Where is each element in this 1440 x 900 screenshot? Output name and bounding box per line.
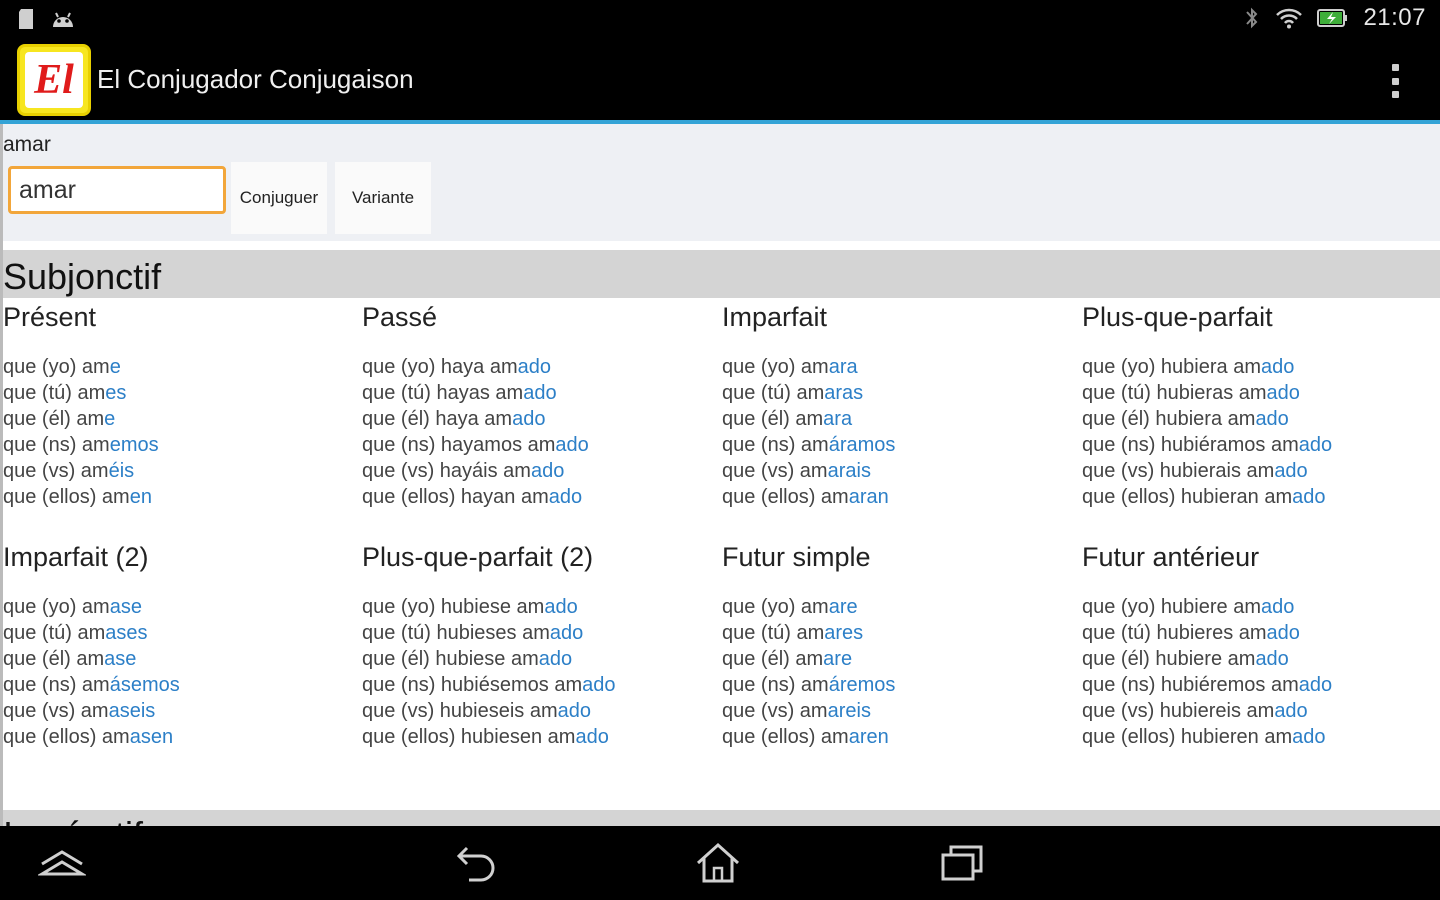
conjugation-row: que (vs) amaseis [3,700,156,722]
conjugation-row: que (vs) améis [3,460,135,482]
conjugation-row: que (tú) hubieses amado [362,622,584,644]
conjugation-row: que (ns) hubiésemos amado [362,674,616,696]
content-area[interactable]: amar Conjuguer Variante Subjonctif Prése… [0,124,1440,826]
conjugation-row: que (ns) hayamos amado [362,434,589,456]
conjugation-row: que (tú) amaras [722,382,864,404]
conjugation-row: que (ellos) hubiesen amado [362,726,609,748]
tense-block-futur-anterieur: Futur antérieur que (yo) hubiere amado q… [1082,542,1440,752]
tense-title: Imparfait (2) [3,542,149,572]
conjugation-row: que (tú) hubieres amado [1082,622,1300,644]
conjugation-row: que (ns) amáramos [722,434,896,456]
conjugation-row: que (yo) hubiere amado [1082,596,1295,618]
tense-block-futur-simple: Futur simple que (yo) amare que (tú) ama… [722,542,1082,752]
tense-title: Présent [3,302,97,332]
tense-block-present: Présent que (yo) ame que (tú) ames que (… [3,302,363,512]
search-label: amar [3,133,51,156]
clock: 21:07 [1363,4,1426,31]
conjugation-row: que (yo) amare [722,596,858,618]
conjugation-row: que (ns) amáremos [722,674,896,696]
app-title: El Conjugador Conjugaison [97,64,414,94]
conjugation-row: que (ns) amásemos [3,674,180,696]
conjugation-row: que (yo) hubiese amado [362,596,578,618]
conjugation-row: que (ellos) amaren [722,726,889,748]
home-icon[interactable] [688,840,748,886]
tense-title: Futur simple [722,542,871,572]
conjugation-row: que (él) amara [722,408,853,430]
tense-block-plus-que-parfait-2: Plus-que-parfait (2) que (yo) hubiese am… [362,542,722,752]
search-panel: amar Conjuguer Variante [3,124,1440,241]
conjugation-row: que (vs) hubierais amado [1082,460,1308,482]
conjugation-row: que (ns) amemos [3,434,159,456]
conjugation-row: que (tú) amares [722,622,864,644]
conjugation-row: que (ellos) amasen [3,726,174,748]
conjugation-row: que (ellos) hayan amado [362,486,583,508]
conjugate-button[interactable]: Conjuguer [231,162,327,234]
tense-block-imparfait: Imparfait que (yo) amara que (tú) amaras… [722,302,1082,512]
verb-input[interactable] [8,166,226,214]
section-title: Subjonctif [3,256,162,297]
variant-button[interactable]: Variante [335,162,431,234]
overflow-menu-icon[interactable] [1392,64,1400,98]
section-header-imperatif: Impératif [3,810,1440,826]
conjugation-row: que (yo) haya amado [362,356,552,378]
conjugation-row: que (tú) hubieras amado [1082,382,1300,404]
app-logo[interactable]: El [17,44,91,116]
conjugation-row: que (tú) amases [3,622,148,644]
conjugation-row: que (vs) hayáis amado [362,460,565,482]
action-bar: El El Conjugador Conjugaison [0,38,1440,120]
recent-apps-icon[interactable] [932,840,992,886]
tense-title: Plus-que-parfait (2) [362,542,594,572]
back-icon[interactable] [446,840,506,886]
conjugation-row: que (tú) ames [3,382,127,404]
conjugation-row: que (ellos) hubieren amado [1082,726,1326,748]
conjugation-row: que (él) hubiera amado [1082,408,1289,430]
app-logo-text: El [25,52,83,108]
tense-title: Passé [362,302,438,332]
tense-block-passe: Passé que (yo) haya amado que (tú) hayas… [362,302,722,512]
sd-card-icon [16,8,36,30]
conjugation-row: que (yo) hubiera amado [1082,356,1295,378]
android-icon [50,9,76,29]
wifi-icon [1275,7,1303,29]
conjugation-row: que (vs) amarais [722,460,871,482]
conjugation-row: que (ellos) hubieran amado [1082,486,1326,508]
conjugation-row: que (él) hubiere amado [1082,648,1289,670]
conjugation-row: que (él) haya amado [362,408,546,430]
battery-charging-icon [1317,7,1349,29]
conjugation-row: que (yo) ame [3,356,121,378]
tense-block-plus-que-parfait: Plus-que-parfait que (yo) hubiera amado … [1082,302,1440,512]
conjugation-row: que (ns) hubiéramos amado [1082,434,1333,456]
conjugation-row: que (vs) hubieseis amado [362,700,592,722]
conjugation-row: que (tú) hayas amado [362,382,557,404]
conjugation-row: que (vs) hubiereis amado [1082,700,1308,722]
tense-title: Plus-que-parfait [1082,302,1273,332]
section-header-subjonctif: Subjonctif [3,250,1440,298]
conjugation-row: que (ellos) amaran [722,486,889,508]
scroll-edge [0,124,3,826]
tense-block-imparfait-2: Imparfait (2) que (yo) amase que (tú) am… [3,542,363,752]
hide-bar-icon[interactable] [32,840,92,886]
tense-title: Futur antérieur [1082,542,1260,572]
conjugation-row: que (él) ame [3,408,116,430]
bluetooth-icon [1243,5,1261,31]
status-bar: 21:07 [0,0,1440,38]
conjugation-row: que (vs) amareis [722,700,871,722]
conjugation-row: que (yo) amara [722,356,858,378]
conjugation-row: que (yo) amase [3,596,142,618]
tense-title: Imparfait [722,302,828,332]
section-title-next: Impératif [3,814,143,826]
conjugation-row: que (ellos) amen [3,486,152,508]
conjugation-row: que (ns) hubiéremos amado [1082,674,1333,696]
conjugation-row: que (él) amare [722,648,853,670]
conjugation-row: que (él) amase [3,648,137,670]
conjugation-row: que (él) hubiese amado [362,648,573,670]
navigation-bar [0,826,1440,900]
